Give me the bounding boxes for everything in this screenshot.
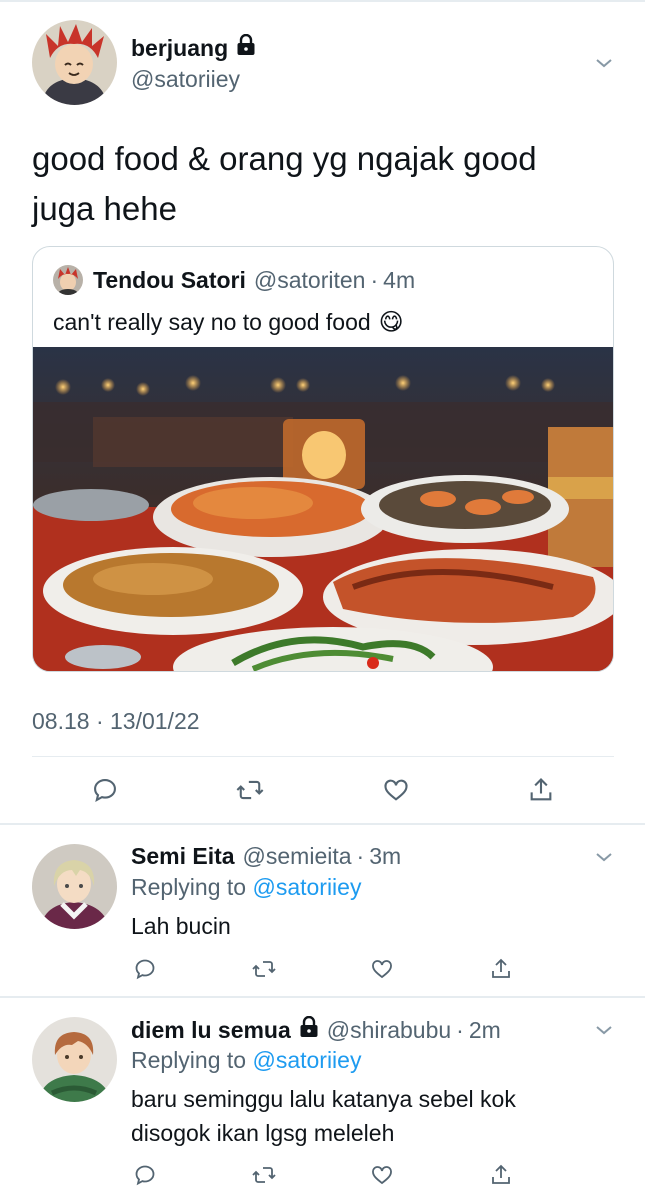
retweet-icon[interactable] <box>247 952 281 986</box>
reply-text: baru seminggu lalu katanya sebel kok dis… <box>131 1086 516 1146</box>
lock-icon <box>236 33 256 62</box>
avatar[interactable] <box>32 1017 117 1102</box>
lock-icon <box>299 1015 319 1044</box>
handle[interactable]: @satoriiey <box>131 66 240 93</box>
quoted-handle[interactable]: @satoriten <box>254 267 366 294</box>
reply-header: Semi Eita @semieita · 3m <box>131 843 401 870</box>
tweet-timestamp[interactable]: 08.18 · 13/01/22 <box>32 708 200 735</box>
tweet-actions <box>88 773 558 807</box>
reply-icon[interactable] <box>88 773 122 807</box>
chevron-down-icon[interactable] <box>595 56 613 68</box>
quoted-display-name[interactable]: Tendou Satori <box>93 267 246 294</box>
top-border <box>0 0 645 2</box>
retweet-icon[interactable] <box>233 773 267 807</box>
reply-icon[interactable] <box>128 952 162 986</box>
quoted-tweet-text-row: can't really say no to good food 😋 <box>53 308 404 337</box>
like-icon[interactable] <box>379 773 413 807</box>
display-name-row[interactable]: berjuang <box>131 33 256 62</box>
reply-header: diem lu semua @shirabubu · 2m <box>131 1015 501 1044</box>
reply-handle[interactable]: @shirabubu <box>327 1017 451 1044</box>
share-icon[interactable] <box>484 952 518 986</box>
reply-display-name[interactable]: diem lu semua <box>131 1017 291 1044</box>
reply-text: Lah bucin <box>131 913 231 939</box>
replying-to: Replying to @satoriiey <box>131 874 361 901</box>
quoted-tweet-card[interactable]: Tendou Satori @satoriten · 4m can't real… <box>32 246 614 672</box>
share-icon[interactable] <box>484 1158 518 1192</box>
yum-emoji: 😋 <box>378 309 404 336</box>
reply-actions <box>128 952 518 986</box>
like-icon[interactable] <box>365 952 399 986</box>
chevron-down-icon[interactable] <box>595 850 613 862</box>
reply-actions <box>128 1158 518 1192</box>
retweet-icon[interactable] <box>247 1158 281 1192</box>
divider <box>0 823 645 825</box>
quoted-time: 4m <box>383 266 416 293</box>
avatar[interactable] <box>32 844 117 929</box>
quoted-tweet-header: Tendou Satori @satoriten · 4m <box>53 265 415 295</box>
reply-time: 3m <box>369 843 402 869</box>
like-icon[interactable] <box>365 1158 399 1192</box>
reply-time: 2m <box>468 1016 501 1043</box>
replying-to: Replying to @satoriiey <box>131 1047 361 1074</box>
tweet-text: good food & orang yg ngajak good juga he… <box>32 140 537 227</box>
replying-to-link[interactable]: @satoriiey <box>252 1047 361 1073</box>
quoted-avatar[interactable] <box>53 265 83 295</box>
reply-handle[interactable]: @semieita <box>243 843 352 870</box>
replying-to-label: Replying to <box>131 1047 247 1073</box>
separator-dot: · <box>370 266 379 293</box>
avatar[interactable] <box>32 20 117 105</box>
divider <box>32 756 614 757</box>
reply-icon[interactable] <box>128 1158 162 1192</box>
separator-dot: · <box>356 843 365 869</box>
share-icon[interactable] <box>524 773 558 807</box>
reply-display-name[interactable]: Semi Eita <box>131 843 235 870</box>
quoted-tweet-text: can't really say no to good food <box>53 309 371 335</box>
replying-to-link[interactable]: @satoriiey <box>252 874 361 900</box>
quoted-tweet-image[interactable] <box>33 347 613 671</box>
display-name[interactable]: berjuang <box>131 35 228 62</box>
chevron-down-icon[interactable] <box>595 1023 613 1035</box>
separator-dot: · <box>456 1016 464 1043</box>
replying-to-label: Replying to <box>131 874 247 900</box>
divider <box>0 996 645 998</box>
